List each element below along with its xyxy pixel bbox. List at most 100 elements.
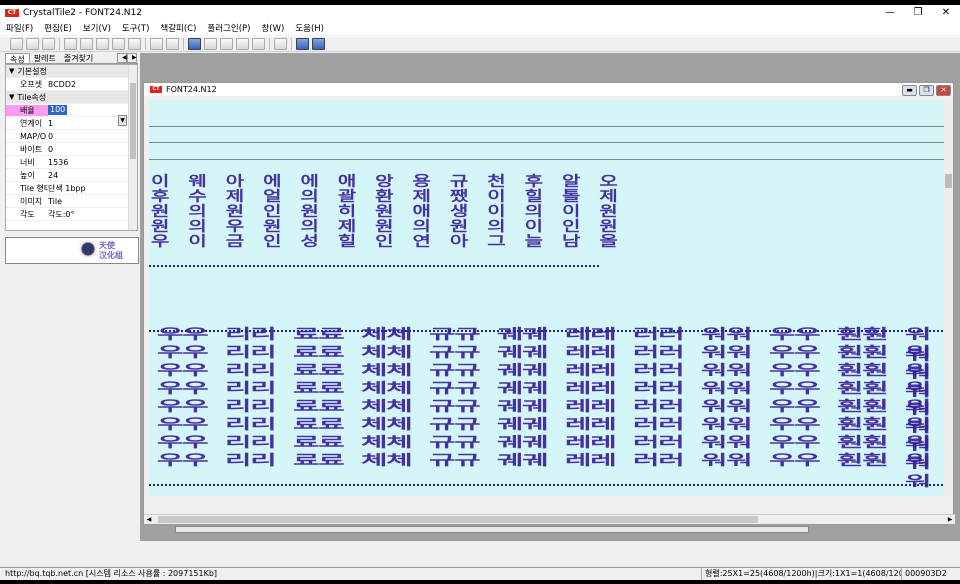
property-scrollbar[interactable] bbox=[128, 65, 137, 230]
property-value[interactable]: 0 bbox=[48, 132, 137, 141]
scroll-left-icon[interactable]: ◀ bbox=[144, 515, 154, 525]
scroll-thumb[interactable] bbox=[945, 174, 952, 188]
property-row[interactable]: Tile 형태 단색 1bpp bbox=[6, 182, 137, 195]
copy-icon[interactable] bbox=[96, 38, 109, 50]
toolbar-separator bbox=[145, 38, 146, 50]
property-value[interactable]: 단색 1bpp bbox=[48, 183, 137, 194]
property-value[interactable]: 1536 bbox=[48, 158, 137, 167]
replace-icon[interactable] bbox=[166, 38, 179, 50]
glyph-cell: 규규 bbox=[429, 451, 481, 469]
property-key: 오프셋 bbox=[20, 79, 43, 89]
tab-palette[interactable]: 팔레트 bbox=[30, 53, 60, 63]
glyph-cell: 레레 bbox=[565, 451, 617, 469]
category-label: 기본설정 bbox=[17, 66, 47, 76]
grid-icon[interactable] bbox=[296, 38, 309, 50]
child-close-button[interactable]: ✕ bbox=[936, 85, 951, 96]
menu-bar: 파일(F) 편집(E) 보기(V) 도구(T) 책갈피(C) 플러그인(P) 창… bbox=[0, 21, 960, 35]
paste-icon[interactable] bbox=[112, 38, 125, 50]
save-icon[interactable] bbox=[42, 38, 55, 50]
menu-window[interactable]: 창(W) bbox=[261, 22, 284, 34]
glyph-cell: 워워 bbox=[701, 451, 753, 469]
property-value-input[interactable]: 100 bbox=[48, 105, 137, 115]
selected-value[interactable]: 100 bbox=[48, 105, 68, 115]
property-row[interactable]: 높이 24 bbox=[6, 169, 137, 182]
cut-icon[interactable] bbox=[80, 38, 93, 50]
print-icon[interactable] bbox=[274, 38, 287, 50]
menu-plugins[interactable]: 플러그인(P) bbox=[207, 22, 250, 34]
status-bar: http://bq.tqb.net.cn [시스템 리소스 사용률 : 2097… bbox=[0, 567, 960, 580]
scroll-thumb[interactable] bbox=[130, 83, 136, 159]
glyph-cell: 리리 bbox=[225, 451, 277, 469]
secondary-scrollbar[interactable] bbox=[175, 526, 809, 533]
property-category[interactable]: ▼ Tile속성 bbox=[6, 91, 137, 104]
property-value[interactable]: 0 bbox=[48, 145, 137, 154]
glyph-cell: 체체 bbox=[361, 451, 413, 469]
property-row[interactable]: 너비 1536 bbox=[6, 156, 137, 169]
property-key: 바이트 bbox=[20, 144, 43, 154]
child-minimize-button[interactable]: ▬ bbox=[902, 85, 917, 96]
toolbar-separator bbox=[183, 38, 184, 50]
property-key: 높이 bbox=[20, 170, 35, 180]
property-value[interactable]: 8CDD2 bbox=[48, 80, 137, 89]
tile-canvas[interactable]: 이 웨 아 에 에 애 앙 용 규 천 후 알 오후 수 제 얼 의 괄 환 제… bbox=[149, 100, 946, 496]
property-value[interactable]: 각도:0° bbox=[48, 209, 137, 220]
dropdown-arrow-icon[interactable]: ▼ bbox=[118, 115, 127, 126]
help-icon[interactable] bbox=[312, 38, 325, 50]
glyph-cell: 료료 bbox=[293, 451, 345, 469]
canvas-horizontal-scrollbar[interactable]: ◀ ▶ bbox=[144, 514, 955, 524]
scroll-right-icon[interactable]: ▶ bbox=[945, 515, 955, 525]
tab-favorites[interactable]: 즐겨찾기 bbox=[60, 53, 97, 63]
scroll-thumb[interactable] bbox=[158, 516, 758, 523]
delete-icon[interactable] bbox=[128, 38, 141, 50]
property-row[interactable]: 바이트 0 bbox=[6, 143, 137, 156]
property-key: 너비 bbox=[20, 157, 35, 167]
property-value[interactable]: Tile bbox=[48, 197, 137, 206]
open-icon[interactable] bbox=[26, 38, 39, 50]
minimize-button[interactable]: — bbox=[876, 5, 904, 21]
menu-view[interactable]: 보기(V) bbox=[83, 22, 111, 34]
palette-icon[interactable] bbox=[220, 38, 233, 50]
tile-border-line bbox=[149, 126, 946, 127]
property-row[interactable]: 각도 각도:0° bbox=[6, 208, 137, 221]
tile-border-line bbox=[149, 159, 946, 160]
mdi-workspace: CT FONT24.N12 ▬ ❐ ✕ 이 웨 아 에 에 애 앙 용 규 천 … bbox=[140, 53, 960, 541]
tab-scroll-right-icon[interactable]: ▶ bbox=[127, 53, 137, 63]
property-key: 이미지 bbox=[20, 196, 43, 206]
tile-view-icon[interactable] bbox=[188, 38, 201, 50]
property-key: MAP/O bbox=[20, 131, 47, 141]
new-icon[interactable] bbox=[10, 38, 23, 50]
property-category[interactable]: ▼ 기본설정 bbox=[6, 65, 137, 78]
tab-scroll-left-icon[interactable]: ◀ bbox=[117, 53, 127, 63]
menu-file[interactable]: 파일(F) bbox=[6, 22, 33, 34]
app-window: CT CrystalTile2 - FONT24.N12 — ❐ ✕ 파일(F)… bbox=[0, 5, 960, 580]
close-button[interactable]: ✕ bbox=[932, 5, 960, 21]
property-row[interactable]: MAP/O 0 bbox=[6, 130, 137, 143]
menu-help[interactable]: 도움(H) bbox=[295, 22, 324, 34]
menu-bookmarks[interactable]: 책갈피(C) bbox=[160, 22, 196, 34]
image-icon[interactable] bbox=[252, 38, 265, 50]
edit-icon[interactable] bbox=[236, 38, 249, 50]
logo-panel: 天使 汉化组 bbox=[5, 237, 139, 264]
child-logo-icon: CT bbox=[150, 86, 162, 93]
tab-properties[interactable]: 속성 bbox=[5, 53, 30, 64]
property-row[interactable]: 이미지 Tile bbox=[6, 195, 137, 208]
collapse-icon[interactable]: ▼ bbox=[9, 67, 14, 75]
menu-tools[interactable]: 도구(T) bbox=[122, 22, 149, 34]
property-key: Tile 형태 bbox=[20, 183, 48, 193]
child-title-bar: CT FONT24.N12 ▬ ❐ ✕ bbox=[144, 83, 953, 96]
status-text: http://bq.tqb.net.cn [시스템 리소스 사용률 : 2097… bbox=[0, 568, 702, 580]
menu-edit[interactable]: 편집(E) bbox=[44, 22, 72, 34]
toolbar bbox=[0, 36, 960, 52]
property-row[interactable]: 오프셋 8CDD2 bbox=[6, 78, 137, 91]
mascot-icon bbox=[79, 241, 97, 261]
canvas-vertical-scrollbar[interactable] bbox=[944, 100, 953, 496]
glyph-cell: 우우 bbox=[769, 451, 821, 469]
undo-icon[interactable] bbox=[64, 38, 77, 50]
maximize-button[interactable]: ❐ bbox=[904, 5, 932, 21]
font-icon[interactable] bbox=[204, 38, 217, 50]
collapse-icon[interactable]: ▼ bbox=[9, 93, 14, 101]
find-icon[interactable] bbox=[150, 38, 163, 50]
child-restore-button[interactable]: ❐ bbox=[919, 85, 934, 96]
sidebar: 속성 팔레트 즐겨찾기 ◀ ▶ ▼ 기본설정 오프셋 8CDD2 ▼ Tile속… bbox=[0, 53, 139, 563]
property-value[interactable]: 24 bbox=[48, 171, 137, 180]
